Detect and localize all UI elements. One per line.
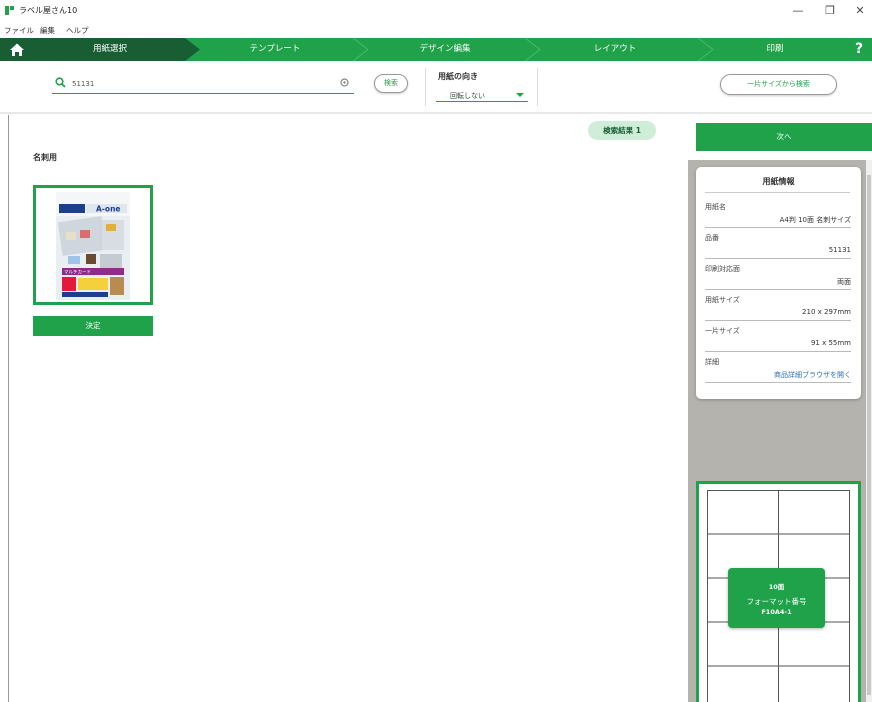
search-button[interactable]: 検索: [374, 74, 408, 93]
result-count-badge: 検索結果 1: [588, 121, 656, 140]
brand-logo: A-one: [96, 205, 121, 214]
menu-file[interactable]: ファイル: [4, 25, 34, 36]
info-key: 用紙名: [705, 203, 726, 211]
restore-button[interactable]: ❐: [822, 4, 838, 18]
format-label: フォーマット番号: [746, 597, 807, 606]
divider: [425, 68, 426, 106]
product-details-link[interactable]: 商品詳細ブラウザを開く: [774, 370, 851, 380]
panel-scrollbar-thumb[interactable]: [867, 175, 871, 695]
close-button[interactable]: ✕: [852, 4, 868, 18]
minimize-button[interactable]: —: [790, 4, 806, 18]
paper-info-card: 用紙情報 用紙名 A4判 10面 名刺サイズ 品番 51131 印刷対応面 両面…: [696, 167, 861, 399]
product-caption: マルチカード: [64, 270, 91, 276]
home-icon[interactable]: [0, 38, 36, 61]
format-number-badge: 10面 フォーマット番号 F10A4-1: [728, 568, 825, 628]
step-paper-select[interactable]: 用紙選択: [50, 38, 170, 61]
format-faces: 10面: [768, 583, 785, 591]
info-row-print-side: 印刷対応面 両面: [705, 262, 851, 290]
format-code: F10A4-1: [761, 608, 792, 616]
info-value: 両面: [837, 278, 851, 286]
menu-edit[interactable]: 編集: [40, 25, 55, 36]
step-design-edit[interactable]: デザイン編集: [375, 38, 515, 61]
menu-help[interactable]: ヘルプ: [66, 25, 89, 36]
clear-search-icon[interactable]: [340, 78, 349, 87]
step-navigation: 用紙選択 テンプレート デザイン編集 レイアウト 印刷 ?: [0, 38, 872, 61]
title-divider: [705, 192, 850, 193]
info-row-piece-size: 一片サイズ 91 x 55mm: [705, 324, 851, 352]
info-value: 51131: [828, 246, 851, 254]
info-key: 印刷対応面: [705, 265, 740, 273]
help-icon[interactable]: ?: [855, 40, 869, 59]
size-search-button[interactable]: 一片サイズから検索: [720, 74, 837, 95]
search-underline: [52, 93, 354, 94]
search-toolbar: 検索 用紙の向き 回転しない 一片サイズから検索: [0, 62, 872, 114]
search-input[interactable]: [70, 76, 340, 92]
content-left-border: [8, 115, 9, 702]
step-print[interactable]: 印刷: [715, 38, 835, 61]
product-package-image: A-one マルチカード: [56, 192, 130, 300]
info-row-paper-name: 用紙名 A4判 10面 名刺サイズ: [705, 200, 851, 228]
divider: [537, 68, 538, 106]
step-template[interactable]: テンプレート: [210, 38, 340, 61]
title-bar: ラベル屋さん10 — ❐ ✕: [0, 0, 872, 24]
next-button[interactable]: 次へ: [696, 123, 872, 151]
orientation-select[interactable]: 回転しない: [436, 89, 528, 102]
info-value: 91 x 55mm: [810, 339, 851, 347]
orientation-label: 用紙の向き: [438, 72, 478, 81]
info-value: A4判 10面 名刺サイズ: [779, 216, 851, 224]
info-key: 詳細: [705, 358, 719, 366]
window-title: ラベル屋さん10: [19, 6, 78, 15]
info-key: 品番: [705, 234, 719, 242]
product-thumbnail-card[interactable]: A-one マルチカード: [33, 185, 153, 305]
info-row-paper-size: 用紙サイズ 210 x 297mm: [705, 293, 851, 321]
info-row-product-number: 品番 51131: [705, 231, 851, 259]
info-key: 用紙サイズ: [705, 296, 740, 304]
info-row-details: 詳細 商品詳細ブラウザを開く: [705, 355, 851, 383]
step-layout[interactable]: レイアウト: [545, 38, 685, 61]
decide-button[interactable]: 決定: [33, 316, 153, 336]
app-logo-icon: [5, 6, 14, 15]
search-icon: [55, 77, 66, 88]
info-value: 210 x 297mm: [802, 308, 851, 316]
chevron-down-icon: [516, 93, 524, 97]
orientation-value: 回転しない: [450, 92, 485, 100]
paper-info-title: 用紙情報: [762, 177, 795, 186]
category-label: 名刺用: [33, 153, 57, 162]
info-key: 一片サイズ: [705, 327, 740, 335]
app-window: ラベル屋さん10 — ❐ ✕ ファイル 編集 ヘルプ 用紙選択 テンプレート デ…: [0, 0, 872, 702]
